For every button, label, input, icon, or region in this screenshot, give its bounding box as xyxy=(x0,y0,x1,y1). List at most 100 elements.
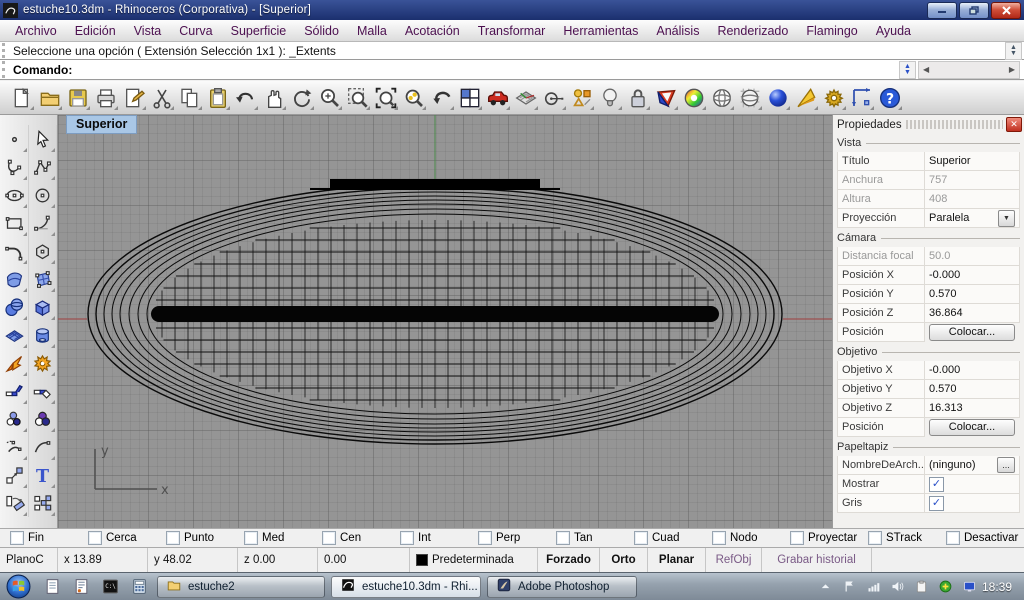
pointer-icon[interactable] xyxy=(28,125,57,153)
status-grabar-historial[interactable]: Grabar historial xyxy=(762,548,872,572)
move-icon[interactable] xyxy=(0,461,29,489)
join-icon[interactable] xyxy=(28,349,57,377)
osnap-strack[interactable]: STrack xyxy=(868,531,946,545)
restore-button[interactable] xyxy=(959,2,989,19)
osnap-cerca[interactable]: Cerca xyxy=(88,531,166,545)
surface-icon[interactable] xyxy=(0,265,29,293)
osnap-proyectar[interactable]: Proyectar xyxy=(790,531,868,545)
menu-item-superficie[interactable]: Superficie xyxy=(222,22,296,40)
status-0-00[interactable]: 0.00 xyxy=(318,548,410,572)
pan-icon[interactable] xyxy=(260,84,287,111)
open-file-icon[interactable] xyxy=(36,84,63,111)
command-spinner[interactable]: ▲▼ xyxy=(899,61,916,79)
curve-icon[interactable] xyxy=(0,153,29,181)
prop-value-nombredearch[interactable]: (ninguno)... xyxy=(925,456,1020,475)
paste-icon[interactable] xyxy=(204,84,231,111)
drag-handle[interactable] xyxy=(2,61,10,78)
nav-right-icon[interactable]: ▶ xyxy=(1009,65,1015,74)
adjust-curve-icon[interactable] xyxy=(28,433,57,461)
volume-icon[interactable] xyxy=(889,578,906,595)
tray-expand-icon[interactable] xyxy=(817,578,834,595)
calculator-icon[interactable] xyxy=(128,576,150,598)
dropdown-arrow-icon[interactable]: ▼ xyxy=(998,210,1015,227)
point-icon[interactable] xyxy=(0,125,29,153)
cylinder-icon[interactable] xyxy=(28,321,57,349)
cut-icon[interactable] xyxy=(148,84,175,111)
osnap-checkbox-fin[interactable] xyxy=(10,531,24,545)
cplane-icon[interactable] xyxy=(512,84,539,111)
boolean-icon[interactable] xyxy=(0,293,29,321)
prop-value-t-tulo[interactable]: Superior xyxy=(925,152,1020,171)
osnap-checkbox-proyectar[interactable] xyxy=(790,531,804,545)
osnap-perp[interactable]: Perp xyxy=(478,531,556,545)
display-icon[interactable] xyxy=(961,578,978,595)
status-forzado[interactable]: Forzado xyxy=(538,548,600,572)
osnap-cuad[interactable]: Cuad xyxy=(634,531,712,545)
cmd-icon[interactable]: C:\ xyxy=(99,576,121,598)
circle-icon[interactable] xyxy=(28,181,57,209)
polygon-icon[interactable] xyxy=(28,237,57,265)
undo-icon[interactable] xyxy=(232,84,259,111)
surface-points-icon[interactable] xyxy=(28,265,57,293)
prop-value-objetivo-x[interactable]: -0.000 xyxy=(925,361,1020,380)
osnap-desactivar[interactable]: Desactivar xyxy=(946,531,1024,545)
options-icon[interactable] xyxy=(820,84,847,111)
close-button[interactable] xyxy=(991,2,1021,19)
shade-icon[interactable] xyxy=(652,84,679,111)
menu-item-archivo[interactable]: Archivo xyxy=(6,22,66,40)
prop-value-objetivo-y[interactable]: 0.570 xyxy=(925,380,1020,399)
car-icon[interactable] xyxy=(484,84,511,111)
undo-view-icon[interactable] xyxy=(428,84,455,111)
colocar-button[interactable]: Colocar... xyxy=(929,419,1015,436)
menu-item-acotaci-n[interactable]: Acotación xyxy=(396,22,469,40)
osnap-checkbox-med[interactable] xyxy=(244,531,258,545)
osnap-checkbox-desactivar[interactable] xyxy=(946,531,960,545)
lamp-icon[interactable] xyxy=(596,84,623,111)
menu-item-malla[interactable]: Malla xyxy=(348,22,396,40)
update-icon[interactable] xyxy=(937,578,954,595)
save-icon[interactable] xyxy=(64,84,91,111)
zoom-selected-icon[interactable] xyxy=(400,84,427,111)
panel-grip[interactable] xyxy=(906,120,1003,129)
checkbox-gris[interactable]: ✓ xyxy=(929,496,944,511)
osnap-nodo[interactable]: Nodo xyxy=(712,531,790,545)
rotate-view-icon[interactable] xyxy=(288,84,315,111)
group-icon[interactable] xyxy=(0,405,29,433)
viewport-layout-icon[interactable] xyxy=(456,84,483,111)
checkbox-mostrar[interactable]: ✓ xyxy=(929,477,944,492)
flamingo-icon[interactable] xyxy=(792,84,819,111)
osnap-checkbox-nodo[interactable] xyxy=(712,531,726,545)
network-icon[interactable] xyxy=(865,578,882,595)
status-planar[interactable]: Planar xyxy=(648,548,706,572)
drag-handle[interactable] xyxy=(2,43,10,58)
prop-value-posici-n-x[interactable]: -0.000 xyxy=(925,266,1020,285)
clipboard-icon[interactable] xyxy=(913,578,930,595)
osnap-checkbox-tan[interactable] xyxy=(556,531,570,545)
viewport-label[interactable]: Superior xyxy=(66,115,137,134)
plane-icon[interactable] xyxy=(0,321,29,349)
new-file-icon[interactable] xyxy=(8,84,35,111)
osnap-checkbox-strack[interactable] xyxy=(868,531,882,545)
panel-close-icon[interactable]: ✕ xyxy=(1006,117,1022,132)
status-planoc[interactable]: PlanoC xyxy=(0,548,58,572)
menu-item-an-lisis[interactable]: Análisis xyxy=(647,22,708,40)
osnap-checkbox-cuad[interactable] xyxy=(634,531,648,545)
print-icon[interactable] xyxy=(92,84,119,111)
prop-value-posici-n-z[interactable]: 36.864 xyxy=(925,304,1020,323)
menu-item-flamingo[interactable]: Flamingo xyxy=(797,22,866,40)
status-z-0-00[interactable]: z 0.00 xyxy=(238,548,318,572)
flag-icon[interactable] xyxy=(841,578,858,595)
menu-item-ayuda[interactable]: Ayuda xyxy=(867,22,920,40)
taskbar-button-estuche10-3dm-rhi[interactable]: estuche10.3dm - Rhi... xyxy=(331,576,481,598)
osnap-checkbox-int[interactable] xyxy=(400,531,414,545)
status-refobj[interactable]: RefObj xyxy=(706,548,762,572)
status-predeterminada[interactable]: Predeterminada xyxy=(410,548,538,572)
boolean2-icon[interactable] xyxy=(28,405,57,433)
osnap-cen[interactable]: Cen xyxy=(322,531,400,545)
polyline-icon[interactable] xyxy=(28,153,57,181)
status-y-48-02[interactable]: y 48.02 xyxy=(148,548,238,572)
taskbar-button-adobe-photoshop[interactable]: Adobe Photoshop xyxy=(487,576,637,598)
taskbar-button-estuche2[interactable]: estuche2 xyxy=(157,576,325,598)
text-icon[interactable]: T xyxy=(28,461,57,489)
osnap-tan[interactable]: Tan xyxy=(556,531,634,545)
